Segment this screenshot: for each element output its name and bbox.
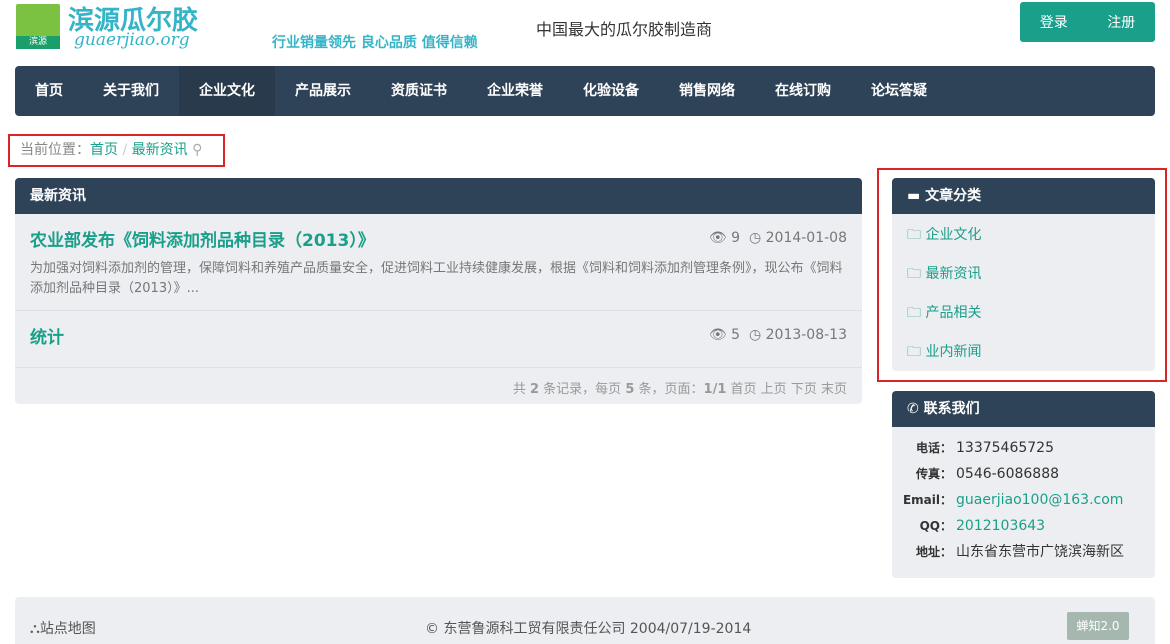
folder-icon: ▬ (907, 188, 921, 204)
nav-about[interactable]: 关于我们 (83, 66, 179, 116)
category-item[interactable]: 🗀 业内新闻 (892, 333, 1155, 371)
contact-title: 联系我们 (923, 401, 980, 417)
contact-key: Email： (902, 493, 952, 507)
category-label: 业内新闻 (925, 344, 982, 360)
contact-key: 电话： (915, 441, 952, 455)
nav-sales[interactable]: 销售网络 (659, 66, 755, 116)
copyright: © 东营鲁源科工贸有限责任公司 2004/07/19-2014 (425, 621, 752, 637)
sitemap-icon: ⛬ (30, 621, 40, 637)
qq-link[interactable]: 2012103643 (956, 513, 1045, 539)
phone-icon: ✆ (907, 401, 919, 417)
contact-key: 传真： (915, 467, 952, 481)
category-label: 最新资讯 (925, 266, 982, 282)
contact-fax: 传真： 0546-6086888 (892, 461, 1155, 487)
contact-address: 地址： 山东省东营市广饶滨海新区 (892, 539, 1155, 565)
news-panel: 最新资讯 农业部发布《饲料添加剂品种目录（2013）》 👁 9 ◷ 2014-0… (15, 178, 862, 404)
nav-home[interactable]: 首页 (15, 66, 83, 116)
powered-by-button[interactable]: 蝉知2.0 (1067, 612, 1129, 640)
auth-box: 登录 注册 (1020, 2, 1155, 42)
contact-qq: QQ： 2012103643 (892, 513, 1155, 539)
breadcrumb-sep: / (122, 142, 128, 158)
nav-order[interactable]: 在线订购 (755, 66, 851, 116)
category-panel: ▬ 文章分类 🗀 企业文化 🗀 最新资讯 🗀 产品相关 🗀 业内新闻 (892, 178, 1155, 371)
pager-text: 条，页面： (638, 382, 704, 397)
pager: 共 2 条记录，每页 5 条，页面：1/1 首页 上页 下页 末页 (15, 368, 862, 404)
clock-icon: ◷ (748, 230, 762, 246)
pager-first[interactable]: 首页 (731, 382, 757, 397)
clock-icon: ◷ (748, 327, 762, 343)
breadcrumb-prefix: 当前位置： (20, 142, 90, 158)
sitemap-link[interactable]: ⛬站点地图 (30, 618, 96, 638)
pager-last[interactable]: 末页 (821, 382, 847, 397)
nav-forum[interactable]: 论坛答疑 (851, 66, 947, 116)
pager-total: 2 (529, 382, 540, 397)
view-count: 5 (731, 327, 741, 343)
article-date: 2013-08-13 (765, 327, 847, 343)
footer: ⛬站点地图 © 东营鲁源科工贸有限责任公司 2004/07/19-2014 蝉知… (15, 597, 1155, 644)
contact-value: 13375465725 (956, 440, 1054, 456)
map-marker-icon: ⚲ (192, 142, 203, 158)
slogan: 行业销量领先 良心品质 值得信赖 (272, 35, 478, 51)
nav-culture[interactable]: 企业文化 (179, 66, 275, 116)
login-link[interactable]: 登录 (1040, 12, 1068, 32)
article-date: 2014-01-08 (765, 230, 847, 246)
pager-page: 1/1 (703, 382, 727, 397)
category-title: 文章分类 (925, 188, 982, 204)
pager-per: 5 (625, 382, 635, 397)
article-item: 统计 👁 5 ◷ 2013-08-13 (15, 311, 862, 368)
eye-icon: 👁 (708, 327, 727, 343)
pager-text: 共 (512, 382, 526, 397)
nav-honors[interactable]: 企业荣誉 (467, 66, 563, 116)
category-item[interactable]: 🗀 产品相关 (892, 294, 1155, 333)
breadcrumb-home[interactable]: 首页 (90, 142, 118, 158)
contact-value: 山东省东营市广饶滨海新区 (956, 544, 1124, 560)
breadcrumb: 当前位置：首页 / 最新资讯 ⚲ (8, 134, 225, 167)
category-item[interactable]: 🗀 企业文化 (892, 216, 1155, 255)
article-title[interactable]: 农业部发布《饲料添加剂品种目录（2013）》 (30, 231, 375, 251)
article-title[interactable]: 统计 (30, 328, 64, 348)
nav-equipment[interactable]: 化验设备 (563, 66, 659, 116)
news-panel-title: 最新资讯 (15, 178, 862, 214)
contact-panel: ✆ 联系我们 电话： 13375465725 传真： 0546-6086888 Em… (892, 391, 1155, 578)
article-meta: 👁 5 ◷ 2013-08-13 (709, 327, 847, 343)
tagline: 中国最大的瓜尔胶制造商 (536, 20, 713, 39)
contact-phone: 电话： 13375465725 (892, 435, 1155, 461)
category-label: 产品相关 (925, 305, 982, 321)
contact-key: 地址： (915, 545, 952, 559)
eye-icon: 👁 (708, 230, 727, 246)
category-item[interactable]: 🗀 最新资讯 (892, 255, 1155, 294)
main-nav: 首页 关于我们 企业文化 产品展示 资质证书 企业荣誉 化验设备 销售网络 在线… (15, 66, 1155, 116)
brand-domain: guaerjiao.org (74, 30, 190, 50)
contact-header: ✆ 联系我们 (892, 391, 1155, 427)
article-meta: 👁 9 ◷ 2014-01-08 (709, 230, 847, 246)
pager-next[interactable]: 下页 (791, 382, 817, 397)
logo-text: 滨源 (16, 36, 60, 49)
breadcrumb-current[interactable]: 最新资讯 (132, 142, 188, 158)
register-link[interactable]: 注册 (1107, 12, 1135, 32)
email-link[interactable]: guaerjiao100@163.com (956, 487, 1123, 513)
article-item: 农业部发布《饲料添加剂品种目录（2013）》 👁 9 ◷ 2014-01-08 … (15, 214, 862, 311)
nav-certificates[interactable]: 资质证书 (371, 66, 467, 116)
pager-text: 条记录，每页 (543, 382, 622, 397)
contact-value: 0546-6086888 (956, 466, 1060, 482)
contact-email: Email： guaerjiao100@163.com (892, 487, 1155, 513)
nav-products[interactable]: 产品展示 (275, 66, 371, 116)
contact-key: QQ： (919, 519, 952, 533)
category-label: 企业文化 (925, 227, 982, 243)
sitemap-label: 站点地图 (39, 621, 96, 637)
category-header: ▬ 文章分类 (892, 178, 1155, 214)
pager-prev[interactable]: 上页 (761, 382, 787, 397)
view-count: 9 (731, 230, 741, 246)
article-desc: 为加强对饲料添加剂的管理，保障饲料和养殖产品质量安全，促进饲料工业持续健康发展，… (30, 261, 843, 296)
